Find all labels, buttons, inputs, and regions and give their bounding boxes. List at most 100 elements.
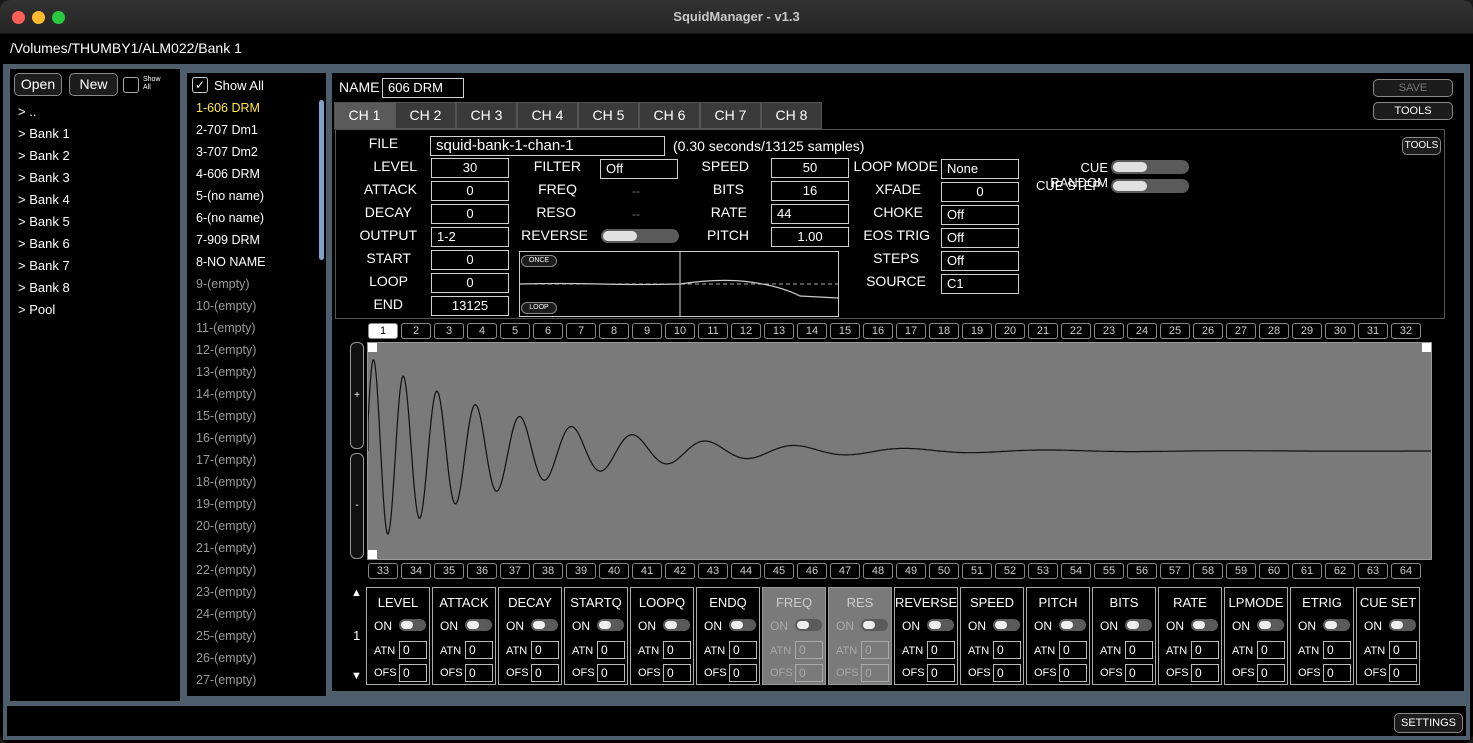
- name-field[interactable]: 606 DRM: [382, 78, 464, 98]
- mod-atn-field[interactable]: 0: [861, 641, 889, 659]
- sample-list-item[interactable]: 7-909 DRM: [196, 233, 260, 247]
- source-select[interactable]: C1: [941, 274, 1019, 294]
- mod-on-toggle[interactable]: [861, 619, 888, 631]
- mod-up-arrow[interactable]: ▲: [351, 587, 362, 599]
- attack-field[interactable]: 0: [431, 181, 509, 201]
- cue-step[interactable]: 60: [1259, 563, 1289, 579]
- sample-list-item[interactable]: 26-(empty): [196, 651, 256, 665]
- mod-ofs-field[interactable]: 0: [861, 664, 889, 682]
- mod-atn-field[interactable]: 0: [1191, 641, 1219, 659]
- cue-step[interactable]: 25: [1160, 323, 1190, 339]
- cue-step[interactable]: 11: [698, 323, 728, 339]
- cue-step[interactable]: 24: [1127, 323, 1157, 339]
- sample-list-item[interactable]: 1-606 DRM: [196, 101, 260, 115]
- mod-slot[interactable]: PITCH ON ATN 0 OFS 0: [1026, 587, 1090, 685]
- mod-ofs-field[interactable]: 0: [927, 664, 955, 682]
- cue-step[interactable]: 37: [500, 563, 530, 579]
- sample-list-item[interactable]: 16-(empty): [196, 431, 256, 445]
- mod-ofs-field[interactable]: 0: [1191, 664, 1219, 682]
- cue-step[interactable]: 47: [830, 563, 860, 579]
- cue-random-toggle[interactable]: [1111, 160, 1189, 174]
- mod-atn-field[interactable]: 0: [465, 641, 493, 659]
- cue-step[interactable]: 32: [1391, 323, 1421, 339]
- cue-step[interactable]: 4: [467, 323, 497, 339]
- cue-step[interactable]: 12: [731, 323, 761, 339]
- mod-atn-field[interactable]: 0: [531, 641, 559, 659]
- mod-ofs-field[interactable]: 0: [1257, 664, 1285, 682]
- mod-ofs-field[interactable]: 0: [399, 664, 427, 682]
- mod-on-toggle[interactable]: [993, 619, 1020, 631]
- mod-ofs-field[interactable]: 0: [1059, 664, 1087, 682]
- cue-step[interactable]: 31: [1358, 323, 1388, 339]
- cue-step[interactable]: 54: [1061, 563, 1091, 579]
- open-button[interactable]: Open: [14, 73, 62, 96]
- mod-on-toggle[interactable]: [531, 619, 558, 631]
- mod-ofs-field[interactable]: 0: [729, 664, 757, 682]
- cue-step[interactable]: 26: [1193, 323, 1223, 339]
- sample-list-item[interactable]: 12-(empty): [196, 343, 256, 357]
- cue-step[interactable]: 17: [896, 323, 926, 339]
- channel-tab[interactable]: CH 3: [456, 102, 517, 129]
- cue-step[interactable]: 28: [1259, 323, 1289, 339]
- bank-list-item[interactable]: > Bank 3: [18, 170, 70, 185]
- mod-on-toggle[interactable]: [465, 619, 492, 631]
- cue-step[interactable]: 39: [566, 563, 596, 579]
- cue-step[interactable]: 61: [1292, 563, 1322, 579]
- loop-mode-select[interactable]: None: [941, 159, 1019, 179]
- mod-on-toggle[interactable]: [1125, 619, 1152, 631]
- sample-list-item[interactable]: 11-(empty): [196, 321, 256, 335]
- bank-list-item[interactable]: > Bank 8: [18, 280, 70, 295]
- rate-field[interactable]: 44: [771, 204, 849, 224]
- bank-list-item[interactable]: > ..: [18, 104, 36, 119]
- cue-step[interactable]: 7: [566, 323, 596, 339]
- cue-step[interactable]: 46: [797, 563, 827, 579]
- sample-list-item[interactable]: 4-606 DRM: [196, 167, 260, 181]
- cue-step[interactable]: 50: [929, 563, 959, 579]
- zoom-in-button[interactable]: +: [350, 342, 364, 449]
- mod-atn-field[interactable]: 0: [729, 641, 757, 659]
- mod-slot[interactable]: RATE ON ATN 0 OFS 0: [1158, 587, 1222, 685]
- sample-list-item[interactable]: 27-(empty): [196, 673, 256, 687]
- mod-atn-field[interactable]: 0: [1257, 641, 1285, 659]
- sample-list-item[interactable]: 9-(empty): [196, 277, 249, 291]
- cue-step[interactable]: 56: [1127, 563, 1157, 579]
- mod-ofs-field[interactable]: 0: [1389, 664, 1417, 682]
- cue-step[interactable]: 23: [1094, 323, 1124, 339]
- mod-atn-field[interactable]: 0: [1125, 641, 1153, 659]
- browser-show-all-checkbox[interactable]: [123, 77, 139, 93]
- cue-step[interactable]: 42: [665, 563, 695, 579]
- mod-slot[interactable]: FREQ ON ATN 0 OFS 0: [762, 587, 826, 685]
- mod-ofs-field[interactable]: 0: [663, 664, 691, 682]
- eos-trig-select[interactable]: Off: [941, 228, 1019, 248]
- channel-tab[interactable]: CH 7: [700, 102, 761, 129]
- mod-slot[interactable]: BITS ON ATN 0 OFS 0: [1092, 587, 1156, 685]
- mod-on-toggle[interactable]: [663, 619, 690, 631]
- mod-on-toggle[interactable]: [1257, 619, 1284, 631]
- sample-list-item[interactable]: 23-(empty): [196, 585, 256, 599]
- mod-on-toggle[interactable]: [729, 619, 756, 631]
- bank-list-item[interactable]: > Bank 2: [18, 148, 70, 163]
- sample-list-item[interactable]: 5-(no name): [196, 189, 264, 203]
- loop-marker[interactable]: [368, 550, 377, 559]
- mod-ofs-field[interactable]: 0: [465, 664, 493, 682]
- level-field[interactable]: 30: [431, 158, 509, 178]
- channel-tab[interactable]: CH 6: [639, 102, 700, 129]
- filter-select[interactable]: Off: [600, 159, 678, 179]
- file-field[interactable]: squid-bank-1-chan-1: [430, 136, 665, 156]
- mod-atn-field[interactable]: 0: [1323, 641, 1351, 659]
- loop-field[interactable]: 0: [431, 273, 509, 293]
- mod-atn-field[interactable]: 0: [927, 641, 955, 659]
- sample-list-item[interactable]: 6-(no name): [196, 211, 264, 225]
- mod-slot[interactable]: ENDQ ON ATN 0 OFS 0: [696, 587, 760, 685]
- zoom-out-button[interactable]: -: [350, 453, 364, 559]
- mod-slot[interactable]: CUE SET ON ATN 0 OFS 0: [1356, 587, 1420, 685]
- mod-ofs-field[interactable]: 0: [597, 664, 625, 682]
- cue-step[interactable]: 41: [632, 563, 662, 579]
- mod-ofs-field[interactable]: 0: [1125, 664, 1153, 682]
- cue-step[interactable]: 27: [1226, 323, 1256, 339]
- mod-slot[interactable]: LOOPQ ON ATN 0 OFS 0: [630, 587, 694, 685]
- cue-step[interactable]: 40: [599, 563, 629, 579]
- loop-points-view[interactable]: ONCE LOOP: [519, 251, 839, 317]
- cue-step[interactable]: 3: [434, 323, 464, 339]
- mod-on-toggle[interactable]: [1389, 619, 1416, 631]
